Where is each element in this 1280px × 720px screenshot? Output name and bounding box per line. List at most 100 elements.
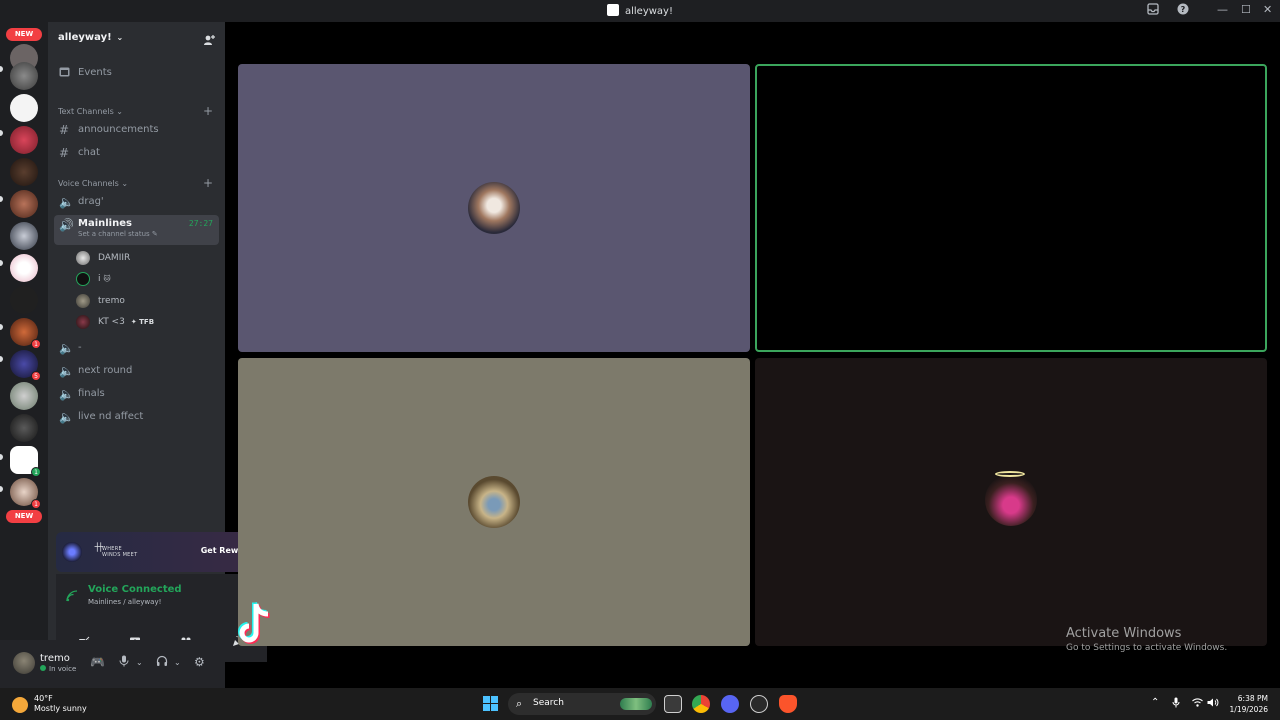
hashtag-icon: # [59,123,70,137]
app-icon[interactable] [750,695,768,713]
text-channel-chat[interactable]: # chat [54,143,219,163]
task-view-icon[interactable] [664,695,682,713]
mention-badge: 1 [31,339,41,349]
clan-tag-icon: ✦ [130,318,140,326]
speaker-icon: 🔈 [59,410,74,424]
game-controller-icon[interactable]: 🎮 [90,655,105,669]
signal-icon[interactable] [66,587,78,602]
voice-channel-next-round[interactable]: 🔈 next round [54,361,219,381]
voice-member[interactable]: tremo [76,292,216,310]
voice-member[interactable]: i 🐱 [76,270,216,288]
headphones-icon[interactable] [156,655,168,670]
username[interactable]: tremo [40,653,70,664]
server-icon[interactable] [10,158,38,186]
server-icon[interactable]: 1 [10,446,41,477]
taskbar-search[interactable]: ⌕ Search [508,693,656,715]
avatar[interactable] [13,652,35,674]
avatar [76,251,90,265]
unread-indicator [0,260,3,266]
voice-location[interactable]: Mainlines / alleyway! [88,598,161,606]
category-text-channels[interactable]: Text Channels ⌄ + [58,104,213,118]
create-channel-icon[interactable]: + [203,104,213,118]
voice-member[interactable]: KT <3 ✦ TFB [76,313,216,331]
pencil-icon: ✎ [151,230,158,238]
voice-channel-mainlines[interactable]: 🔊 Mainlines 27:27 Set a channel status ✎ [54,215,219,245]
chevron-up-icon[interactable]: ⌃ [1151,697,1159,708]
wifi-icon[interactable] [1192,697,1203,711]
close-icon[interactable]: ✕ [1263,3,1272,16]
microphone-icon[interactable] [1172,697,1180,711]
avatar [468,182,520,234]
user-status: In voice [40,665,76,673]
inbox-icon[interactable] [1147,3,1159,18]
speaker-icon: 🔈 [59,387,74,401]
server-icon[interactable] [10,94,38,122]
window-title: alleyway! [0,4,1280,17]
create-channel-icon[interactable]: + [203,176,213,190]
chevron-down-icon: ⌄ [116,107,123,116]
system-clock[interactable]: 6:38 PM 1/19/2026 [1218,693,1268,715]
server-icon[interactable] [10,382,38,410]
unread-indicator [0,130,3,136]
unread-indicator [0,486,3,492]
quest-orb-icon [62,542,82,562]
text-channel-announcements[interactable]: # announcements [54,120,219,140]
server-icon[interactable]: 1 [10,478,41,509]
add-friend-icon[interactable] [203,31,215,45]
new-badge: NEW [6,510,42,523]
start-button[interactable] [483,696,499,712]
server-icon[interactable] [10,190,38,218]
category-voice-channels[interactable]: Voice Channels ⌄ + [58,176,213,190]
server-rail: NEW 1 5 1 1 NEW [0,22,48,688]
maximize-icon[interactable]: ☐ [1241,3,1251,16]
participant-tile[interactable] [755,358,1267,646]
participant-tile[interactable] [238,64,750,352]
search-highlight-decoration [620,698,652,710]
speaker-icon: 🔊 [59,218,74,232]
mention-badge: 1 [31,499,41,509]
chrome-icon[interactable] [692,695,710,713]
server-icon[interactable]: 5 [10,350,41,381]
chevron-down-icon[interactable]: ⌄ [136,658,143,667]
minimize-icon[interactable]: — [1217,3,1228,16]
gear-icon[interactable]: ⚙ [194,655,205,669]
call-timer: 27:27 [188,219,213,228]
channel-status-button[interactable]: Set a channel status ✎ [78,230,158,238]
participant-tile[interactable] [238,358,750,646]
server-icon[interactable] [10,62,38,90]
mention-badge: 1 [31,467,41,477]
channel-sidebar: alleyway! ⌄ Events Text Channels ⌄ + # ann… [48,22,267,688]
server-icon[interactable] [10,222,38,250]
voice-status[interactable]: Voice Connected [88,584,182,595]
server-icon[interactable] [10,286,38,314]
guild-header[interactable]: alleyway! ⌄ [48,22,225,52]
participant-tile-speaking[interactable] [755,64,1267,352]
avatar [76,272,90,286]
guild-name[interactable]: alleyway! ⌄ [58,32,123,43]
calendar-icon [59,66,71,80]
svg-text:?: ? [1181,5,1186,14]
help-icon[interactable]: ? [1177,3,1189,18]
voice-channel-dash[interactable]: 🔈 - [54,338,219,358]
voice-member[interactable]: DAMIIR [76,249,216,267]
unread-indicator [0,66,3,72]
server-icon[interactable] [10,254,38,282]
cat-emoji-icon: 🐱 [103,275,111,283]
voice-channel-drag[interactable]: 🔈 drag' [54,192,219,212]
brave-browser-icon[interactable] [779,695,797,713]
server-icon[interactable] [10,126,38,154]
avatar [468,476,520,528]
voice-channel-live-nd-affect[interactable]: 🔈 live nd affect [54,407,219,427]
events-item[interactable]: Events [54,63,219,83]
server-icon[interactable]: 1 [10,318,41,349]
sun-icon [12,697,28,713]
unread-indicator [0,324,3,330]
new-badge: NEW [6,28,42,41]
microphone-icon[interactable] [119,655,129,670]
chevron-down-icon[interactable]: ⌄ [174,658,181,667]
server-icon[interactable] [10,414,38,442]
game-logo-glyph: 卄 [94,543,105,554]
discord-taskbar-icon[interactable] [721,695,739,713]
voice-channel-finals[interactable]: 🔈 finals [54,384,219,404]
promo-banner[interactable]: 卄 WHERE WINDS MEET Get Reward! [56,532,267,572]
